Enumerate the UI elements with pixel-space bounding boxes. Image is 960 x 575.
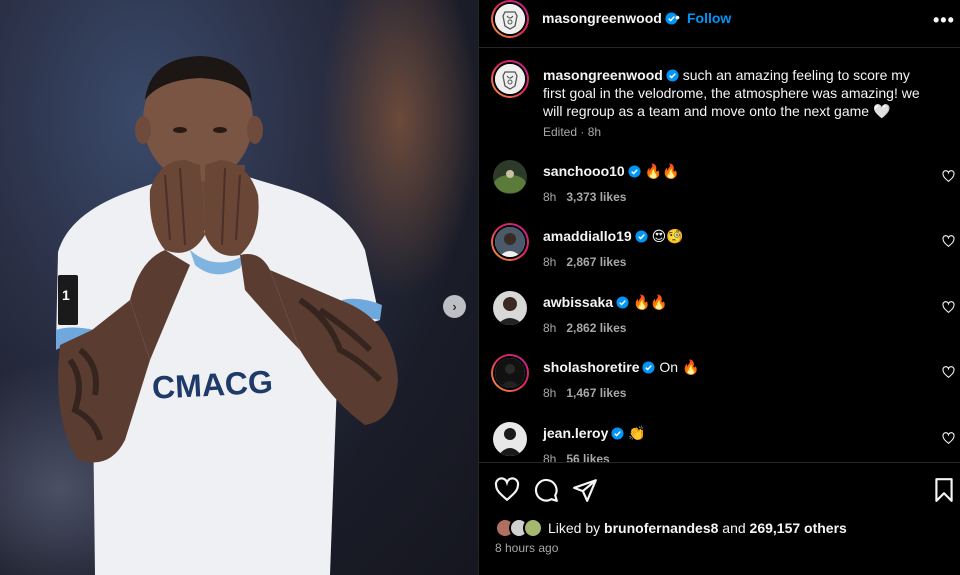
comment-time[interactable]: 8h: [543, 386, 556, 400]
comment-text: On 🔥: [659, 359, 700, 375]
comment-likes[interactable]: 2,862 likes: [566, 321, 626, 335]
comment-line: sholashoretire On 🔥: [543, 359, 699, 376]
post-caption: masongreenwood such an amazing feeling t…: [543, 66, 933, 120]
comment-item: sholashoretire On 🔥 8h 1,467 likes: [479, 354, 960, 416]
comment-line: sanchooo10 🔥🔥: [543, 163, 679, 180]
liked-by-others[interactable]: 269,157 others: [750, 520, 847, 536]
verified-badge-icon: [616, 296, 629, 309]
comment-text: 😍🧐: [651, 228, 684, 244]
comment-username[interactable]: sanchooo10: [543, 163, 625, 179]
next-photo-button[interactable]: ›: [443, 295, 466, 318]
comment-text: 🔥🔥: [632, 294, 668, 310]
liked-by-prefix: Liked by: [548, 520, 601, 536]
liked-by-text: Liked by brunofernandes8 and 269,157 oth…: [548, 520, 847, 536]
comment-text: 👏: [628, 425, 646, 441]
caption-time[interactable]: 8h: [588, 125, 601, 139]
comments-list[interactable]: masongreenwood such an amazing feeling t…: [479, 48, 960, 462]
comment-line: awbissaka 🔥🔥: [543, 294, 668, 311]
comment-meta: 8h 2,862 likes: [543, 321, 636, 335]
crest-icon: [495, 4, 525, 34]
post-time-ago[interactable]: 8 hours ago: [495, 541, 558, 555]
comment-likes[interactable]: 2,867 likes: [566, 255, 626, 269]
comment-like-heart-icon[interactable]: [942, 170, 955, 183]
liked-by-user[interactable]: brunofernandes8: [604, 520, 718, 536]
header-separator: •: [675, 9, 680, 25]
comment-meta: 8h 3,373 likes: [543, 190, 636, 204]
comment-like-heart-icon[interactable]: [942, 301, 955, 314]
caption-dot: ·: [580, 125, 585, 139]
liked-by-and: and: [722, 520, 746, 536]
commenter-avatar[interactable]: [493, 422, 527, 456]
post-side-panel: masongreenwood • Follow ••• masongreenwo…: [478, 0, 960, 575]
liked-by-avatars[interactable]: [495, 517, 547, 539]
comment-time[interactable]: 8h: [543, 190, 556, 204]
more-options-icon[interactable]: •••: [933, 10, 955, 31]
comment-item: awbissaka 🔥🔥 8h 2,862 likes: [479, 291, 960, 351]
like-heart-icon[interactable]: [494, 477, 520, 503]
caption-username[interactable]: masongreenwood: [543, 67, 663, 83]
comment-bubble-icon[interactable]: [533, 477, 559, 503]
post-photo[interactable]: CMACG 1 ›: [0, 0, 478, 575]
comment-time[interactable]: 8h: [543, 255, 556, 269]
comment-line: amaddiallo19 😍🧐: [543, 228, 684, 245]
jersey-sponsor: CMACG: [151, 364, 274, 406]
comment-meta: 8h 1,467 likes: [543, 386, 636, 400]
caption-meta: Edited · 8h: [543, 125, 601, 139]
share-send-icon[interactable]: [572, 477, 598, 503]
comment-meta: 8h 2,867 likes: [543, 255, 636, 269]
post-header: masongreenwood • Follow •••: [479, 0, 960, 48]
save-bookmark-icon[interactable]: [931, 477, 957, 503]
svg-text:1: 1: [62, 287, 70, 303]
comment-time[interactable]: 8h: [543, 452, 556, 462]
comment-like-heart-icon[interactable]: [942, 432, 955, 445]
verified-badge-icon: [666, 69, 679, 82]
comment-like-heart-icon[interactable]: [942, 235, 955, 248]
author-username-text: masongreenwood: [542, 10, 662, 26]
comment-item: jean.leroy 👏 8h 56 likes: [479, 422, 960, 462]
comment-item: sanchooo10 🔥🔥 8h 3,373 likes: [479, 160, 960, 220]
commenter-avatar[interactable]: [491, 354, 529, 392]
crest-icon: [495, 64, 525, 94]
verified-badge-icon: [635, 230, 648, 243]
comment-item: amaddiallo19 😍🧐 8h 2,867 likes: [479, 223, 960, 285]
comment-meta: 8h 56 likes: [543, 452, 620, 462]
commenter-avatar[interactable]: [493, 291, 527, 325]
verified-badge-icon: [628, 165, 641, 178]
commenter-avatar[interactable]: [493, 160, 527, 194]
comment-time[interactable]: 8h: [543, 321, 556, 335]
comment-likes[interactable]: 1,467 likes: [566, 386, 626, 400]
comment-username[interactable]: sholashoretire: [543, 359, 639, 375]
verified-badge-icon: [611, 427, 624, 440]
author-avatar[interactable]: [491, 0, 529, 38]
comment-username[interactable]: jean.leroy: [543, 425, 608, 441]
player-illustration: CMACG 1: [56, 56, 398, 575]
comment-username[interactable]: amaddiallo19: [543, 228, 632, 244]
comment-username[interactable]: awbissaka: [543, 294, 613, 310]
comment-text: 🔥🔥: [644, 163, 680, 179]
comment-line: jean.leroy 👏: [543, 425, 646, 442]
comment-likes[interactable]: 56 likes: [566, 452, 609, 462]
follow-button[interactable]: Follow: [687, 10, 731, 26]
commenter-avatar[interactable]: [491, 223, 529, 261]
action-bar: Liked by brunofernandes8 and 269,157 oth…: [479, 462, 960, 575]
comment-like-heart-icon[interactable]: [942, 366, 955, 379]
caption-edited: Edited: [543, 125, 578, 139]
author-username[interactable]: masongreenwood: [542, 10, 678, 26]
verified-badge-icon: [642, 361, 656, 374]
comment-likes[interactable]: 3,373 likes: [566, 190, 626, 204]
caption-author-avatar[interactable]: [491, 60, 529, 98]
